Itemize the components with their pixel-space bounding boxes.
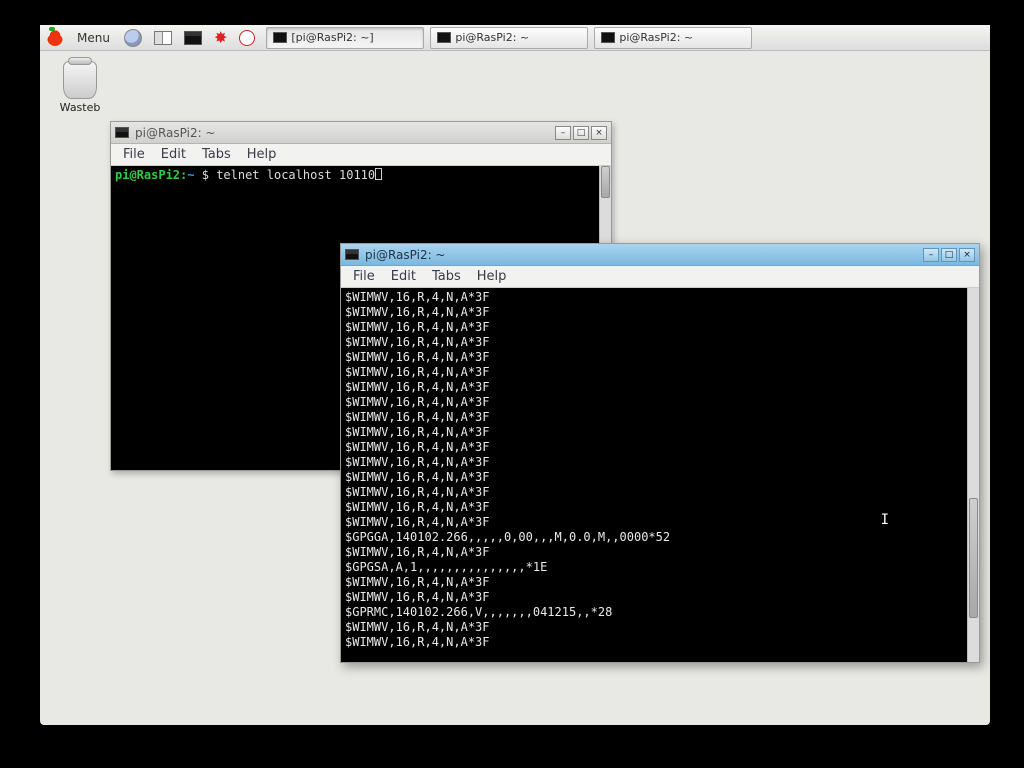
menu-help[interactable]: Help [469,267,515,286]
minimize-button[interactable]: – [555,126,571,140]
rpi-menu-logo[interactable] [42,27,68,49]
taskbar: Menu ✸ [pi@RasPi2: ~] pi@RasPi2: ~ pi@Ra… [40,25,990,51]
menu-tabs[interactable]: Tabs [194,145,239,164]
terminal-output-line: $GPGGA,140102.266,,,,,0,00,,,M,0.0,M,,00… [345,530,975,545]
terminal-output-line: $WIMWV,16,R,4,N,A*3F [345,350,975,365]
menu-file[interactable]: File [115,145,153,164]
scrollbar[interactable] [967,288,979,662]
wolfram-icon [239,30,255,46]
terminal-output-line: $WIMWV,16,R,4,N,A*3F [345,425,975,440]
terminal-output-line: $GPGSA,A,1,,,,,,,,,,,,,,,*1E [345,560,975,575]
minimize-button[interactable]: – [923,248,939,262]
terminal-icon [115,127,129,138]
terminal-icon [273,32,287,43]
terminal-output-line: $WIMWV,16,R,4,N,A*3F [345,320,975,335]
spikey-icon: ✸ [214,28,227,47]
terminal-output-line: $WIMWV,16,R,4,N,A*3F [345,590,975,605]
close-button[interactable]: × [959,248,975,262]
terminal-output-line: $WIMWV,16,R,4,N,A*3F [345,485,975,500]
menu-help[interactable]: Help [239,145,285,164]
menu-button[interactable]: Menu [70,27,117,49]
wolfram-launcher[interactable] [234,27,260,49]
web-browser-launcher[interactable] [119,27,147,49]
taskbar-item-label: pi@RasPi2: ~ [455,31,529,44]
terminal-output-line: $WIMWV,16,R,4,N,A*3F [345,410,975,425]
window-title: pi@RasPi2: ~ [135,126,215,140]
taskbar-item-terminal-3[interactable]: pi@RasPi2: ~ [594,27,752,49]
terminal-icon [437,32,451,43]
terminal-output-line: $WIMWV,16,R,4,N,A*3F [345,365,975,380]
terminal-output-line: $WIMWV,16,R,4,N,A*3F [345,395,975,410]
terminal-output-line: $WIMWV,16,R,4,N,A*3F [345,440,975,455]
terminal-output-line: $WIMWV,16,R,4,N,A*3F [345,305,975,320]
terminal-output-line: $WIMWV,16,R,4,N,A*3F [345,620,975,635]
taskbar-item-terminal-2[interactable]: pi@RasPi2: ~ [430,27,588,49]
wastebasket-icon[interactable]: Wasteb [52,61,108,114]
terminal-output-line: $WIMWV,16,R,4,N,A*3F [345,545,975,560]
prompt-user: pi@RasPi2: [115,168,187,182]
file-manager-icon [154,31,172,45]
prompt-sign: $ [202,168,216,182]
terminal-output-line: $WIMWV,16,R,4,N,A*3F [345,470,975,485]
terminal-icon [345,249,359,260]
terminal-output-line: $WIMWV,16,R,4,N,A*3F [345,380,975,395]
taskbar-item-terminal-1[interactable]: [pi@RasPi2: ~] [266,27,424,49]
scrollbar-thumb[interactable] [969,498,978,618]
terminal-output-line: $WIMWV,16,R,4,N,A*3F [345,335,975,350]
terminal-output-line: $WIMWV,16,R,4,N,A*3F [345,575,975,590]
terminal-icon [601,32,615,43]
titlebar[interactable]: pi@RasPi2: ~ – □ × [111,122,611,144]
menu-edit[interactable]: Edit [383,267,424,286]
mathematica-launcher[interactable]: ✸ [209,27,232,49]
command-text: telnet localhost 10110 [216,168,375,182]
menu-tabs[interactable]: Tabs [424,267,469,286]
window-title: pi@RasPi2: ~ [365,248,445,262]
wastebasket-label: Wasteb [52,101,108,114]
terminal-area[interactable]: $WIMWV,16,R,4,N,A*3F$WIMWV,16,R,4,N,A*3F… [341,288,979,662]
scrollbar-thumb[interactable] [601,166,610,198]
globe-icon [124,29,142,47]
terminal-launcher[interactable] [179,27,207,49]
maximize-button[interactable]: □ [941,248,957,262]
menu-edit[interactable]: Edit [153,145,194,164]
menubar: File Edit Tabs Help [111,144,611,166]
terminal-output-line: $WIMWV,16,R,4,N,A*3F [345,455,975,470]
taskbar-item-label: pi@RasPi2: ~ [619,31,693,44]
terminal-icon [184,31,202,45]
ibeam-cursor: I [881,513,889,528]
terminal-output-line: $WIMWV,16,R,4,N,A*3F [345,290,975,305]
text-cursor [375,168,382,180]
maximize-button[interactable]: □ [573,126,589,140]
titlebar[interactable]: pi@RasPi2: ~ – □ × [341,244,979,266]
taskbar-item-label: [pi@RasPi2: ~] [291,31,373,44]
raspberry-icon [47,30,63,46]
terminal-output-line: $GPRMC,140102.266,V,,,,,,,041215,,*28 [345,605,975,620]
close-button[interactable]: × [591,126,607,140]
trash-icon [63,61,97,99]
prompt-path: ~ [187,168,194,182]
file-manager-launcher[interactable] [149,27,177,49]
menubar: File Edit Tabs Help [341,266,979,288]
terminal-window-2[interactable]: pi@RasPi2: ~ – □ × File Edit Tabs Help $… [340,243,980,663]
menu-file[interactable]: File [345,267,383,286]
terminal-output-line: $WIMWV,16,R,4,N,A*3F [345,635,975,650]
